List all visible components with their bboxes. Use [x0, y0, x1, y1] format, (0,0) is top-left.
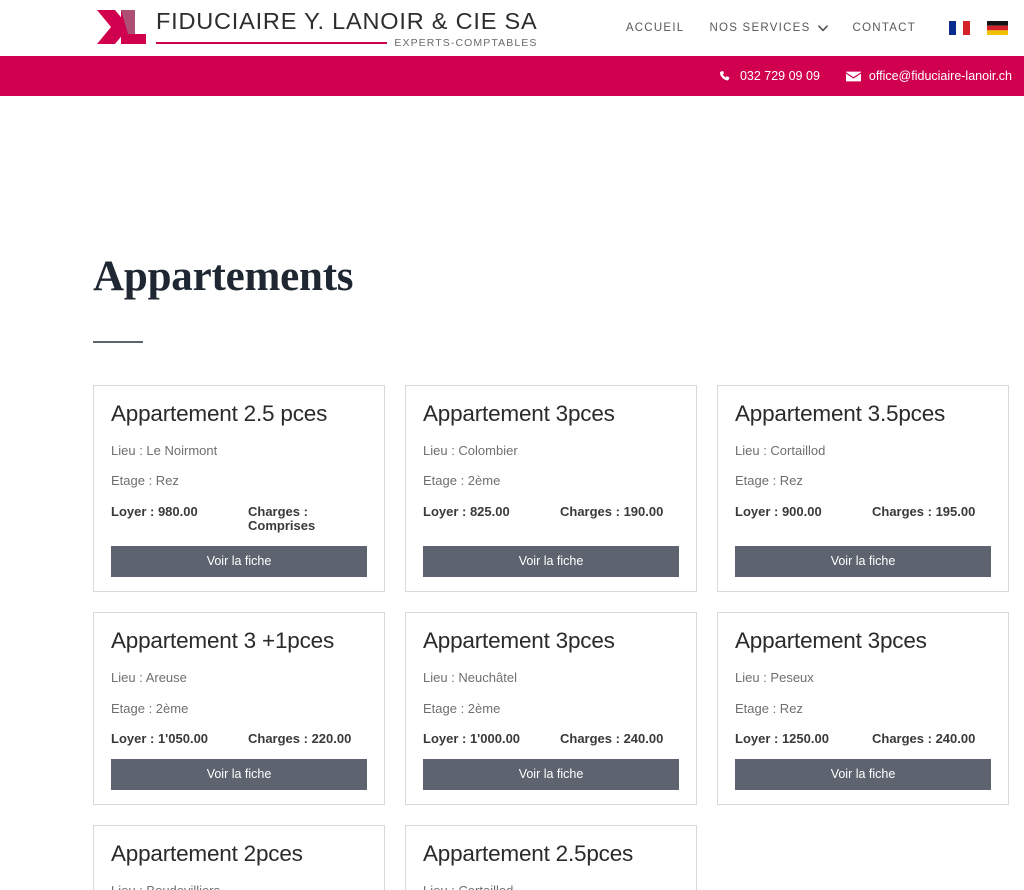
- apartment-price-row: Loyer : 1'050.00 Charges : 220.00: [111, 730, 367, 746]
- contact-email[interactable]: office@fiduciaire-lanoir.ch: [845, 69, 1012, 83]
- apartment-title: Appartement 3.5pces: [735, 401, 946, 427]
- brand-subtitle: EXPERTS-COMPTABLES: [394, 37, 538, 49]
- site-header: FIDUCIAIRE Y. LANOIR & CIE SA EXPERTS-CO…: [0, 0, 1024, 56]
- title-divider: [93, 341, 143, 344]
- apartment-price-row: Loyer : 825.00 Charges : 190.00: [423, 503, 679, 519]
- apartment-rent: Loyer : 1'050.00: [111, 730, 209, 746]
- brand-name: FIDUCIAIRE Y. LANOIR & CIE SA: [156, 7, 538, 34]
- apartment-location: Lieu : Le Noirmont: [111, 443, 218, 459]
- apartment-title: Appartement 3 +1pces: [111, 628, 335, 654]
- german-flag-icon[interactable]: [987, 21, 1008, 35]
- nav-item-contact[interactable]: CONTACT: [853, 22, 916, 34]
- contact-phone-label: 032 729 09 09: [739, 69, 820, 83]
- apartment-floor: Etage : Rez: [111, 473, 179, 489]
- brand-rule-row: EXPERTS-COMPTABLES: [156, 38, 537, 49]
- apartment-card: Appartement 3pces Lieu : Colombier Etage…: [405, 385, 697, 593]
- apartment-card: Appartement 3.5pces Lieu : Cortaillod Et…: [717, 385, 1009, 593]
- apartment-price-row: Loyer : 980.00 Charges : Comprises: [111, 503, 367, 534]
- page-content: Appartements Appartement 2.5 pces Lieu :…: [0, 254, 1024, 890]
- apartment-charges: Charges : 240.00: [872, 730, 976, 746]
- apartment-location: Lieu : Cortaillod: [735, 443, 826, 459]
- apartment-title: Appartement 3pces: [423, 628, 615, 654]
- apartment-floor: Etage : 2ème: [423, 473, 501, 489]
- apartment-rent: Loyer : 1'000.00: [423, 730, 521, 746]
- chevron-down-icon: [817, 24, 828, 31]
- phone-icon: [719, 70, 730, 80]
- brand-text: FIDUCIAIRE Y. LANOIR & CIE SA EXPERTS-CO…: [156, 8, 537, 49]
- apartment-floor: Etage : 2ème: [111, 700, 189, 716]
- view-details-button[interactable]: Voir la fiche: [423, 546, 679, 578]
- apartment-location: Lieu : Boudevilliers: [111, 883, 367, 890]
- nav-item-nos-services[interactable]: NOS SERVICES: [709, 22, 828, 34]
- apartment-location: Lieu : Neuchâtel: [423, 670, 517, 686]
- apartment-card: Appartement 2pces Lieu : Boudevilliers E…: [93, 825, 385, 890]
- apartment-location: Lieu : Peseux: [735, 670, 814, 686]
- nav-item-nos-services-label: NOS SERVICES: [709, 22, 811, 34]
- apartment-price-row: Loyer : 1250.00 Charges : 240.00: [735, 730, 991, 746]
- apartment-card: Appartement 2.5 pces Lieu : Le Noirmont …: [93, 385, 385, 593]
- apartment-rent: Loyer : 980.00: [111, 503, 198, 519]
- main-navigation: ACCUEIL NOS SERVICES CONTACT: [626, 21, 1014, 35]
- view-details-button[interactable]: Voir la fiche: [423, 759, 679, 791]
- apartment-charges: Charges : Comprises: [248, 503, 316, 534]
- apartment-card: Appartement 3 +1pces Lieu : Areuse Etage…: [93, 612, 385, 806]
- apartment-card: Appartement 3pces Lieu : Peseux Etage : …: [717, 612, 1009, 806]
- apartment-charges: Charges : 195.00: [872, 503, 976, 519]
- apartment-floor: Etage : 2ème: [423, 700, 501, 716]
- apartment-title: Appartement 3pces: [735, 628, 927, 654]
- nav-item-accueil-label: ACCUEIL: [625, 22, 685, 34]
- apartment-price-row: Loyer : 1'000.00 Charges : 240.00: [423, 730, 679, 746]
- view-details-button[interactable]: Voir la fiche: [735, 759, 991, 791]
- nav-item-accueil[interactable]: ACCUEIL: [626, 22, 685, 34]
- apartment-title: Appartement 2pces: [111, 841, 303, 867]
- envelope-icon: [845, 71, 861, 81]
- page-title: Appartements: [93, 253, 354, 300]
- apartment-rent: Loyer : 1250.00: [735, 730, 829, 746]
- apartment-card: Appartement 3pces Lieu : Neuchâtel Etage…: [405, 612, 697, 806]
- french-flag-icon[interactable]: [949, 21, 970, 35]
- apartment-rent: Loyer : 825.00: [423, 503, 510, 519]
- brand-rule: [156, 42, 388, 45]
- apartment-floor: Etage : Rez: [735, 473, 803, 489]
- view-details-button[interactable]: Voir la fiche: [111, 546, 367, 578]
- apartment-rent: Loyer : 900.00: [735, 503, 822, 519]
- brand-logo-link[interactable]: FIDUCIAIRE Y. LANOIR & CIE SA EXPERTS-CO…: [95, 7, 537, 49]
- nav-item-contact-label: CONTACT: [852, 22, 916, 34]
- apartment-price-row: Loyer : 900.00 Charges : 195.00: [735, 503, 991, 519]
- language-switcher: [949, 21, 1008, 35]
- apartment-charges: Charges : 220.00: [248, 730, 352, 746]
- contact-email-label: office@fiduciaire-lanoir.ch: [868, 69, 1012, 83]
- contact-phone[interactable]: 032 729 09 09: [719, 69, 820, 83]
- view-details-button[interactable]: Voir la fiche: [111, 759, 367, 791]
- contact-bar: 032 729 09 09 office@fiduciaire-lanoir.c…: [0, 56, 1024, 96]
- apartment-title: Appartement 2.5 pces: [111, 401, 328, 427]
- view-details-button[interactable]: Voir la fiche: [735, 546, 991, 578]
- lanoir-chevron-logo-icon: [97, 10, 146, 44]
- apartment-location: Lieu : Areuse: [111, 670, 187, 686]
- apartment-floor: Etage : Rez: [735, 700, 803, 716]
- apartment-card: Appartement 2.5pces Lieu : Cortaillod Et…: [405, 825, 697, 890]
- apartment-location: Lieu : Colombier: [423, 443, 518, 459]
- apartment-title: Appartement 2.5pces: [423, 841, 634, 867]
- apartment-location: Lieu : Cortaillod: [423, 883, 679, 890]
- apartment-charges: Charges : 240.00: [560, 730, 664, 746]
- apartment-title: Appartement 3pces: [423, 401, 615, 427]
- apartment-card-grid: Appartement 2.5 pces Lieu : Le Noirmont …: [93, 385, 1012, 890]
- apartment-charges: Charges : 190.00: [560, 503, 664, 519]
